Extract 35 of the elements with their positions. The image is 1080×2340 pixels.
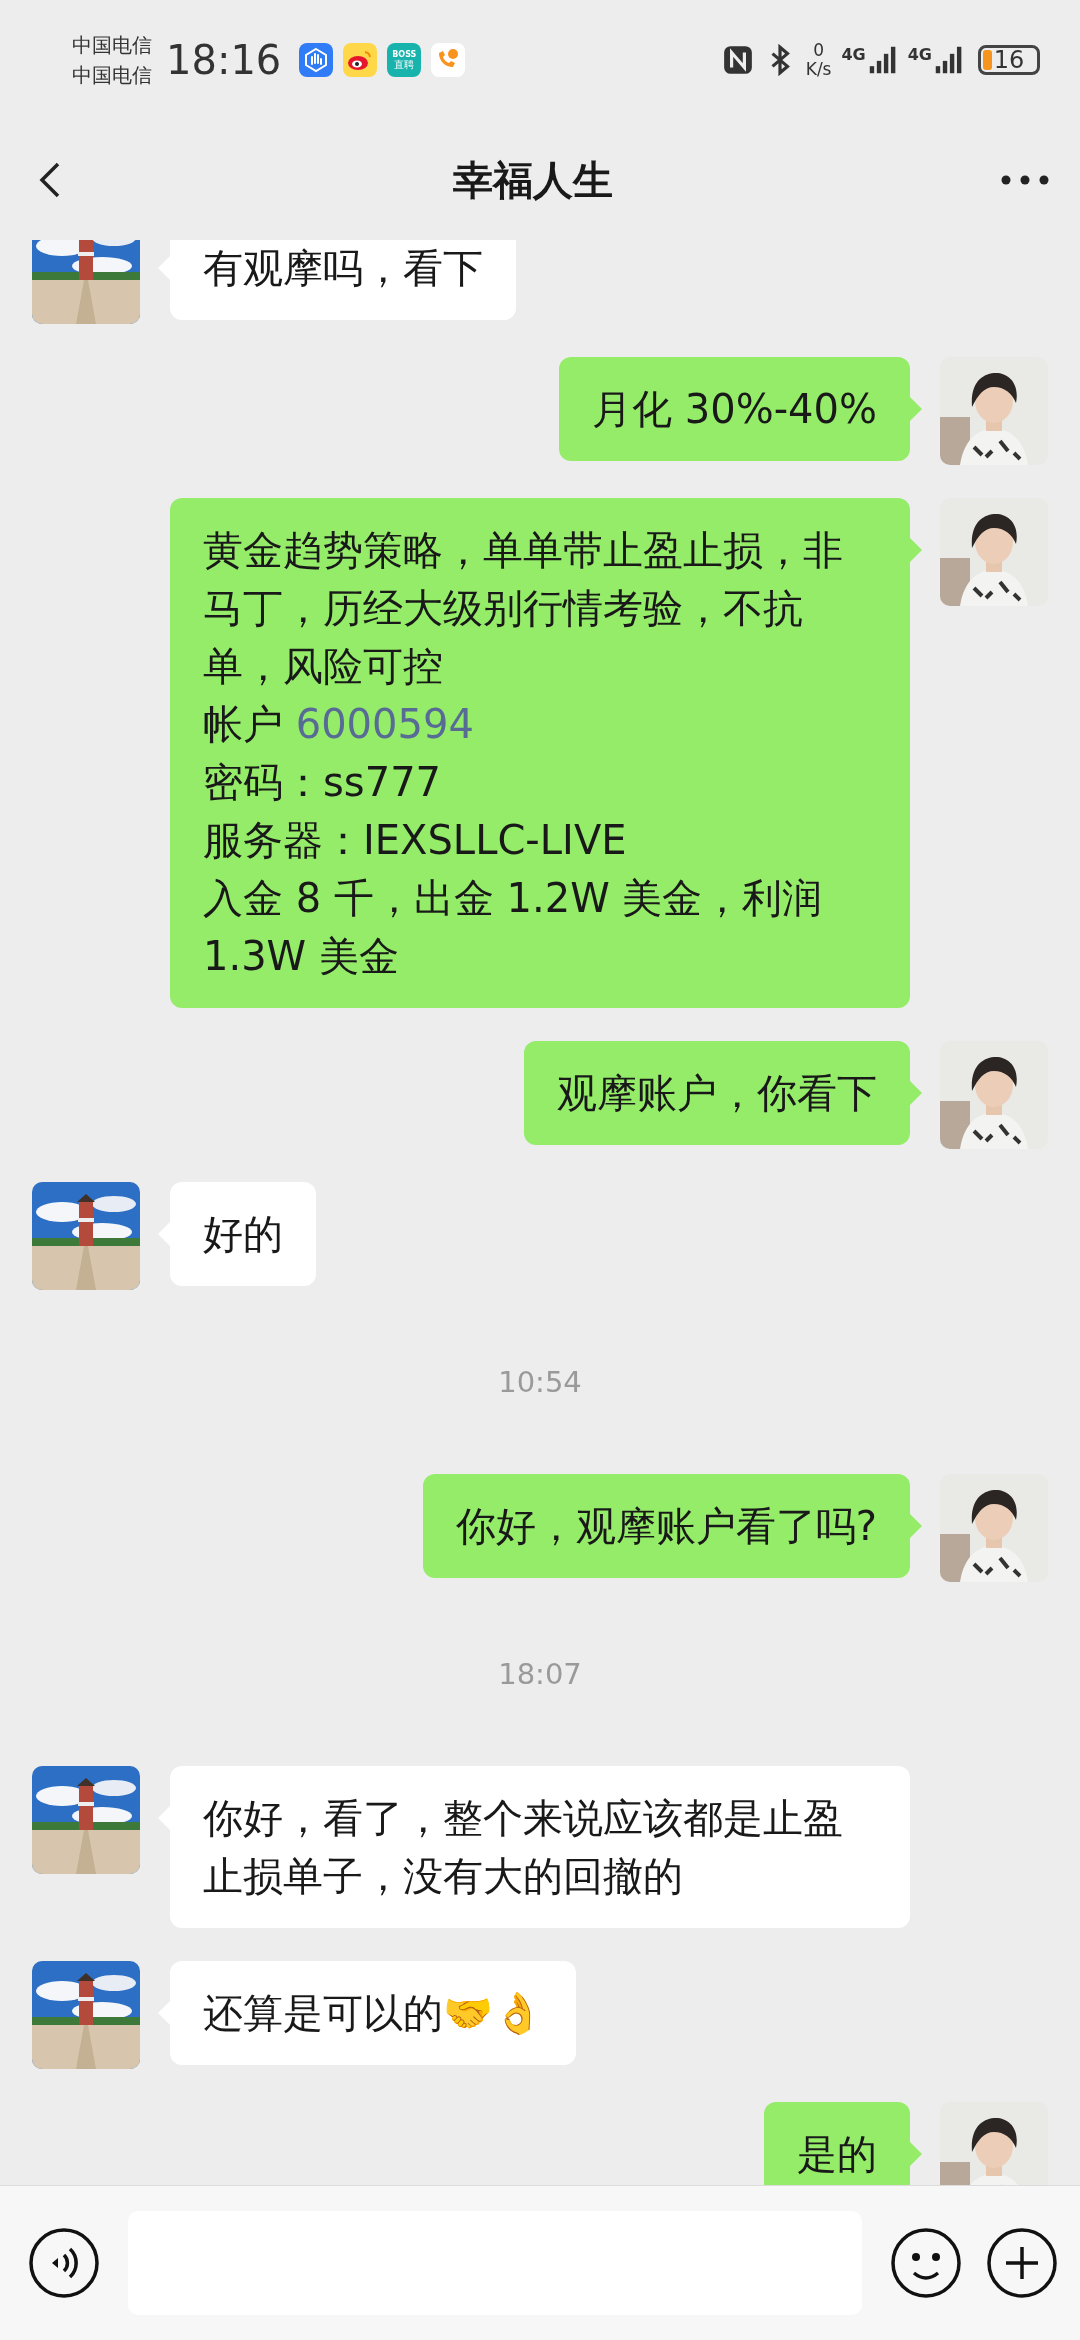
message-text: 还算是可以的🤝👌 (203, 1989, 543, 2038)
message-text: 是的 (797, 2130, 877, 2179)
network-type: 4G (841, 45, 866, 64)
network-type: 4G (907, 45, 932, 64)
eye-icon (343, 43, 378, 77)
timestamp: 10:54 (498, 1364, 582, 1401)
message-text: 密码：ss777 (203, 758, 443, 807)
timestamp: 18:07 (498, 1656, 582, 1693)
chat-title: 幸福人生 (452, 155, 614, 205)
message-text: 帐户 6000594 (203, 700, 475, 749)
nfc-icon (721, 44, 754, 76)
message-text: 入金 8 千，出金 1.2W 美金，利润 1.3W 美金 (203, 874, 824, 981)
phone-icon (431, 43, 466, 77)
signal-icon (867, 45, 898, 75)
message-text: 有观摩吗，看下 (203, 244, 483, 293)
carrier-name: 中国电信 (72, 32, 152, 59)
more-icon[interactable] (1000, 174, 1050, 186)
account-link[interactable]: 6000594 (295, 701, 474, 747)
message-text: 观摩账户，你看下 (557, 1069, 877, 1118)
signal-icon (934, 45, 964, 75)
message-text: 好的 (203, 1210, 283, 1259)
boss-app-icon: BOSS 直聘 (387, 43, 422, 77)
plus-icon[interactable] (986, 2227, 1058, 2299)
message-text: 你好，观摩账户看了吗? (455, 1502, 877, 1551)
speed-unit: K/s (805, 60, 832, 79)
voice-icon[interactable] (28, 2227, 100, 2299)
clock: 18:16 (166, 37, 282, 83)
message-text: 服务器：IEXSLLC-LIVE (203, 816, 628, 865)
message-text: 你好，看了，整个来说应该都是止盈止损单子，没有大的回撤的 (203, 1794, 844, 1901)
emoji-icon[interactable] (890, 2227, 962, 2299)
carrier-name: 中国电信 (72, 62, 152, 89)
battery-icon: 16 (978, 45, 1040, 75)
message-text: 黄金趋势策略，单单带止盈止损，非马丁，历经大级别行情考验，不抗单，风险可控 (203, 526, 844, 691)
speed-value: 0 (813, 41, 824, 60)
message-text: 月化 30%-40% (592, 385, 877, 434)
